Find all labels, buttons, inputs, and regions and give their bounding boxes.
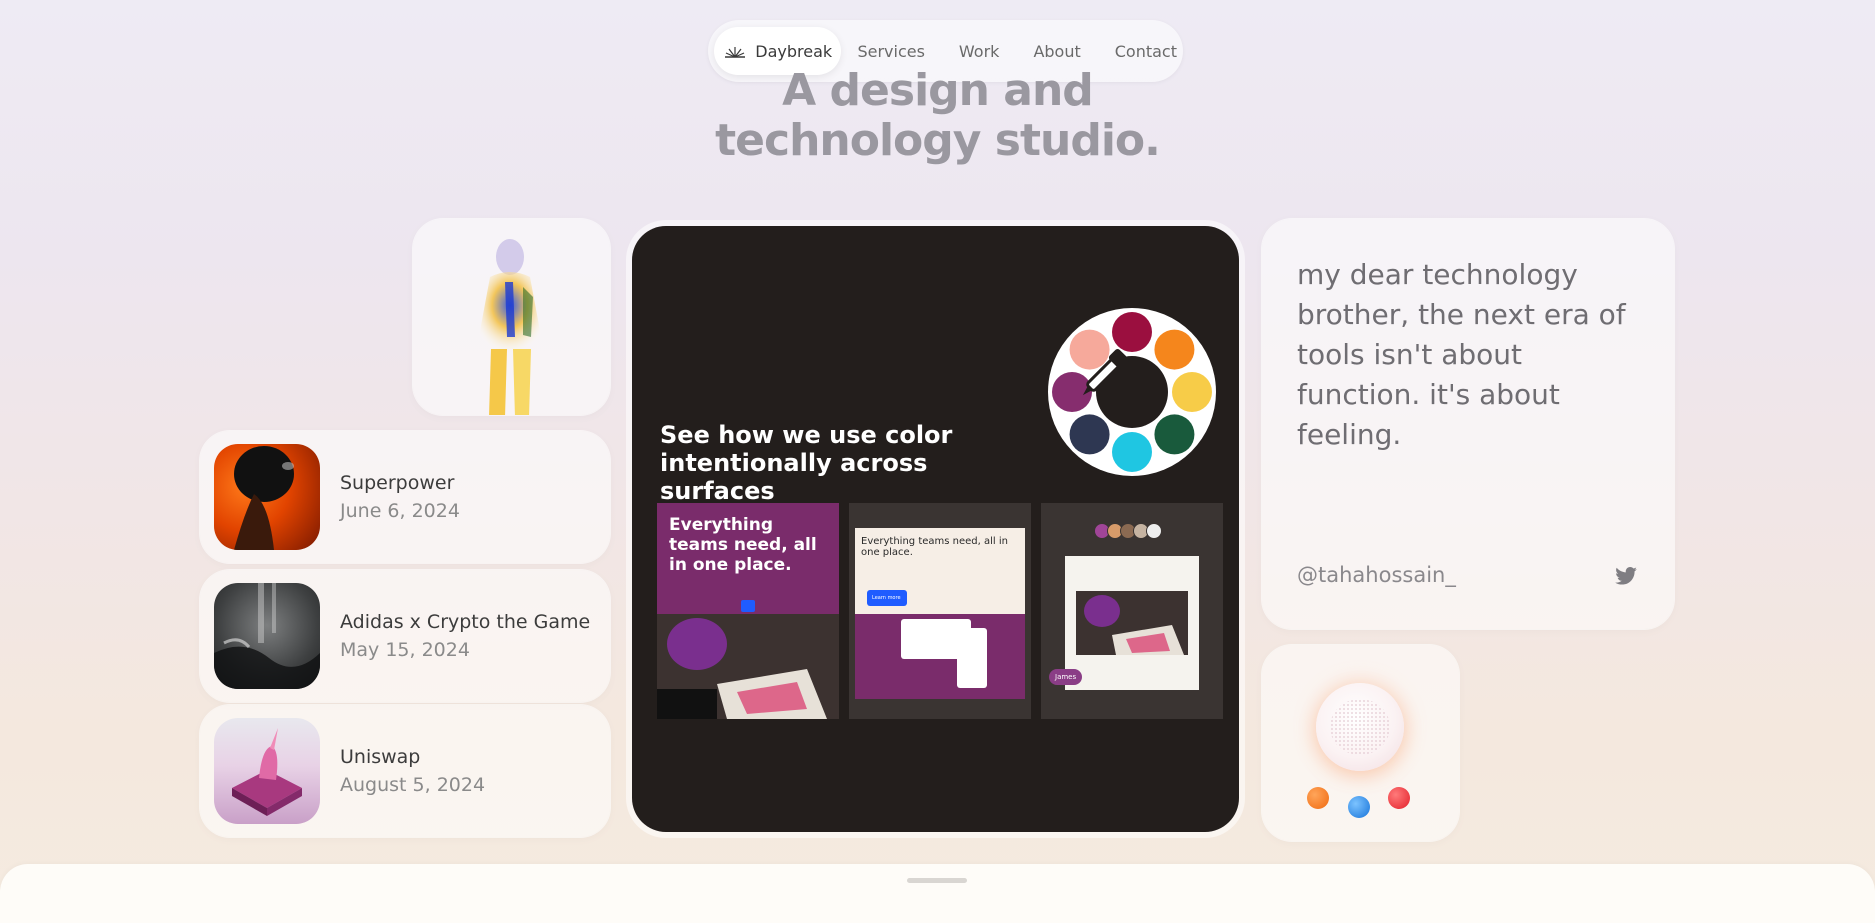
collaborator-avatars (1094, 523, 1162, 539)
nav-link-services[interactable]: Services (857, 42, 924, 61)
project-card-superpower[interactable]: Superpower June 6, 2024 (200, 431, 610, 563)
project-thumbnail (214, 583, 320, 689)
screenshot-panel-1[interactable]: Everything teams need, all in one place. (657, 503, 839, 719)
bottom-sheet[interactable] (0, 864, 1875, 923)
orange-dot-button[interactable] (1307, 787, 1329, 809)
nav-link-work[interactable]: Work (959, 42, 1000, 61)
screenshot-panel-3[interactable]: James (1041, 503, 1223, 719)
color-wheel-eyedropper-icon (1048, 308, 1216, 476)
nav-link-about[interactable]: About (1033, 42, 1080, 61)
daybreak-logo-icon (725, 47, 746, 58)
cursor-name-tag: James (1049, 669, 1083, 685)
project-date: June 6, 2024 (340, 500, 460, 522)
brand-name: Daybreak (755, 41, 833, 61)
project-title: Uniswap (340, 746, 421, 768)
project-card-adidas[interactable]: Adidas x Crypto the Game May 15, 2024 (200, 570, 610, 702)
sheet-drag-handle[interactable] (907, 878, 967, 883)
color-swatch (1112, 432, 1152, 472)
orb-knob[interactable] (1316, 683, 1404, 771)
silhouette-image (234, 446, 294, 550)
color-swatch (1154, 414, 1195, 455)
dropbox-icon (741, 600, 755, 612)
dark-fog-image (214, 583, 320, 689)
panel-2-headline: Everything teams need, all in one place. (861, 536, 1008, 558)
project-date: August 5, 2024 (340, 774, 486, 796)
panel-1-photo (657, 614, 839, 719)
testimonial-card[interactable]: my dear technology brother, the next era… (1262, 219, 1674, 629)
learn-more-button[interactable]: Learn more (867, 590, 907, 606)
unicorn-image (232, 728, 302, 816)
feature-title: See how we use color intentionally acros… (660, 421, 953, 505)
project-date: May 15, 2024 (340, 639, 470, 661)
project-thumbnail (214, 718, 320, 824)
color-swatch (1172, 372, 1212, 412)
abstract-figure-image (477, 239, 543, 415)
project-thumbnail (214, 444, 320, 550)
hero-line-1: A design and (782, 65, 1094, 116)
blue-dot-button[interactable] (1348, 796, 1370, 818)
featured-case-study-card[interactable]: See how we use color intentionally acros… (632, 226, 1239, 832)
hero-line-2: technology studio. (715, 115, 1161, 166)
color-swatch (1069, 329, 1110, 370)
testimonial-text: my dear technology brother, the next era… (1297, 258, 1626, 451)
project-card-uniswap[interactable]: Uniswap August 5, 2024 (200, 705, 610, 837)
twitter-icon[interactable] (1615, 567, 1637, 585)
nav-link-contact[interactable]: Contact (1115, 42, 1177, 61)
color-swatch (1069, 414, 1110, 455)
project-title: Adidas x Crypto the Game (340, 611, 591, 633)
hero-heading: A design and technology studio. (0, 66, 1875, 166)
panel-3-photo (1076, 591, 1188, 655)
project-title: Superpower (340, 472, 455, 494)
panel-2-app-preview (855, 614, 1025, 699)
color-swatch (1112, 312, 1152, 352)
figure-art-card[interactable] (413, 219, 610, 415)
panel-1-headline: Everything teams need, all in one place. (669, 515, 817, 575)
screenshot-panel-2[interactable]: Everything teams need, all in one place.… (849, 503, 1031, 719)
color-swatch (1154, 329, 1195, 370)
orb-toy-card[interactable] (1262, 645, 1459, 841)
red-dot-button[interactable] (1388, 787, 1410, 809)
testimonial-author-handle[interactable]: @tahahossain_ (1297, 563, 1456, 587)
